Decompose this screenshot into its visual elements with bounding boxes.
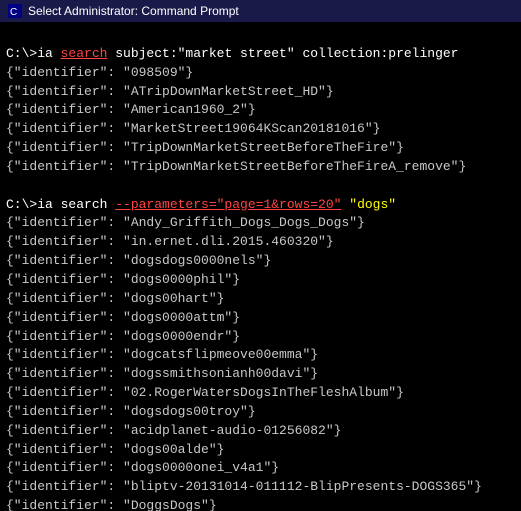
terminal-line: {"identifier": "TripDownMarketStreetBefo… xyxy=(6,139,515,158)
svg-text:C: C xyxy=(10,7,17,18)
cmd-icon: C xyxy=(8,4,22,18)
terminal[interactable]: C:\>ia search subject:"market street" co… xyxy=(0,22,521,511)
terminal-line: C:\>ia search --parameters="page=1&rows=… xyxy=(6,196,515,215)
terminal-line: {"identifier": "dogsdogs00troy"} xyxy=(6,403,515,422)
terminal-line: {"identifier": "DoggsDogs"} xyxy=(6,497,515,511)
terminal-line: {"identifier": "dogs0000endr"} xyxy=(6,328,515,347)
terminal-line: {"identifier": "American1960_2"} xyxy=(6,101,515,120)
terminal-line: {"identifier": "TripDownMarketStreetBefo… xyxy=(6,158,515,177)
terminal-line: {"identifier": "dogs0000phil"} xyxy=(6,271,515,290)
terminal-line: {"identifier": "dogsdogs0000nels"} xyxy=(6,252,515,271)
terminal-line: {"identifier": "bliptv-20131014-011112-B… xyxy=(6,478,515,497)
terminal-line: {"identifier": "dogcatsflipmeove00emma"} xyxy=(6,346,515,365)
terminal-line: {"identifier": "Andy_Griffith_Dogs_Dogs_… xyxy=(6,214,515,233)
terminal-line: {"identifier": "dogs0000attm"} xyxy=(6,309,515,328)
terminal-line: {"identifier": "dogssmithsonianh00davi"} xyxy=(6,365,515,384)
terminal-line: {"identifier": "dogs00alde"} xyxy=(6,441,515,460)
terminal-line xyxy=(6,177,515,196)
terminal-line: {"identifier": "ATripDownMarketStreet_HD… xyxy=(6,83,515,102)
terminal-line: {"identifier": "098509"} xyxy=(6,64,515,83)
terminal-line xyxy=(6,26,515,45)
terminal-line: C:\>ia search subject:"market street" co… xyxy=(6,45,515,64)
title-bar: C Select Administrator: Command Prompt xyxy=(0,0,521,22)
terminal-line: {"identifier": "dogs00hart"} xyxy=(6,290,515,309)
title-bar-label: Select Administrator: Command Prompt xyxy=(28,4,239,18)
terminal-line: {"identifier": "MarketStreet19064KScan20… xyxy=(6,120,515,139)
terminal-line: {"identifier": "dogs0000onei_v4a1"} xyxy=(6,459,515,478)
terminal-line: {"identifier": "02.RogerWatersDogsInTheF… xyxy=(6,384,515,403)
terminal-line: {"identifier": "acidplanet-audio-0125608… xyxy=(6,422,515,441)
terminal-line: {"identifier": "in.ernet.dli.2015.460320… xyxy=(6,233,515,252)
